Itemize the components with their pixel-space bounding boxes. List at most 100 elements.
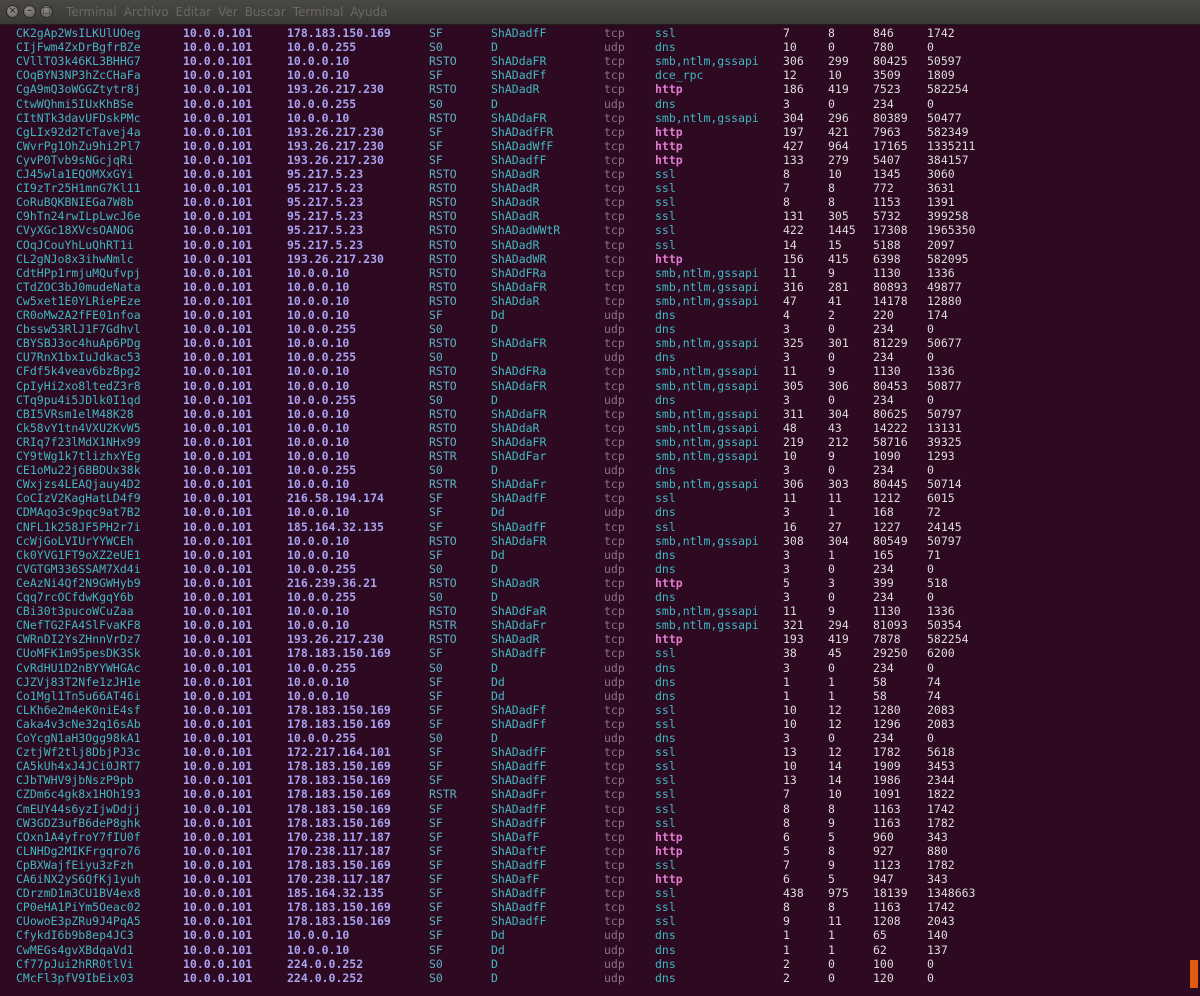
orig-pkts: 2 — [783, 970, 790, 985]
conn-state: RSTO — [429, 110, 457, 125]
resp-host: 10.0.0.10 — [287, 547, 350, 562]
history: ShADdaFR — [491, 110, 547, 125]
resp-bytes: 0 — [927, 392, 934, 407]
orig-host: 10.0.0.101 — [183, 759, 253, 774]
conn-uid: CWvrPg1OhZu9hi2Pl7 — [16, 138, 141, 153]
orig-pkts: 13 — [783, 773, 797, 788]
conn-state: RSTO — [429, 293, 457, 308]
title-bar[interactable]: × – □ Terminal Archivo Editar Ver Buscar Term… — [0, 0, 1200, 25]
resp-bytes: 1742 — [927, 26, 955, 40]
conn-uid: CpIyHi2xo8ltedZ3r8 — [16, 378, 141, 393]
conn-state: RSTR — [429, 618, 457, 633]
conn-state: SF — [429, 505, 443, 520]
orig-host: 10.0.0.101 — [183, 843, 253, 858]
orig-bytes: 399 — [873, 575, 894, 590]
log-row: CR0oMw2A2fFE01nfoa 10.0.0.101 10.0.0.10 SF D… — [0, 308, 1190, 322]
orig-pkts: 12 — [783, 68, 797, 83]
orig-pkts: 7 — [783, 857, 790, 872]
conn-uid: CItNTk3davUFDskPMc — [16, 110, 141, 125]
orig-pkts: 156 — [783, 251, 804, 266]
orig-host: 10.0.0.101 — [183, 886, 253, 901]
history: ShADadR — [491, 575, 540, 590]
resp-pkts: 9 — [828, 364, 835, 379]
conn-state: RSTO — [429, 82, 457, 97]
orig-bytes: 80893 — [873, 279, 908, 294]
orig-bytes: 1208 — [873, 914, 901, 929]
resp-pkts: 8 — [828, 195, 835, 210]
proto: tcp — [604, 406, 625, 421]
resp-host: 10.0.0.10 — [287, 293, 350, 308]
orig-host: 10.0.0.101 — [183, 82, 253, 97]
history: ShADdaR — [491, 293, 540, 308]
orig-pkts: 422 — [783, 223, 804, 238]
orig-host: 10.0.0.101 — [183, 970, 253, 985]
orig-bytes: 1090 — [873, 449, 901, 463]
history: ShADadfF — [491, 519, 547, 534]
service: ssl — [655, 857, 676, 872]
history: Dd — [491, 505, 505, 520]
resp-pkts: 9 — [828, 857, 835, 872]
menu-item[interactable]: Buscar — [245, 0, 286, 24]
resp-pkts: 45 — [828, 646, 842, 661]
service: ssl — [655, 745, 676, 760]
resp-bytes: 343 — [927, 829, 948, 844]
resp-pkts: 301 — [828, 336, 849, 351]
resp-pkts: 306 — [828, 378, 849, 393]
menu-item[interactable]: Ver — [218, 0, 238, 24]
maximize-icon[interactable]: □ — [40, 5, 53, 18]
conn-state: RSTO — [429, 223, 457, 238]
conn-uid: CIjFwm4ZxDrBgfrBZe — [16, 40, 141, 55]
orig-pkts: 311 — [783, 406, 804, 421]
orig-bytes: 1782 — [873, 745, 901, 760]
history: ShADadfF — [491, 815, 547, 830]
proto: tcp — [604, 223, 625, 238]
orig-host: 10.0.0.101 — [183, 942, 253, 957]
menu-item[interactable]: Editar — [176, 0, 212, 24]
resp-bytes: 1809 — [927, 68, 955, 83]
proto: tcp — [604, 138, 625, 153]
resp-host: 178.183.150.169 — [287, 900, 391, 915]
proto: tcp — [604, 773, 625, 788]
resp-bytes: 1293 — [927, 449, 955, 463]
menu-item[interactable]: Terminal — [293, 0, 344, 24]
conn-uid: CJZVj83T2Nfe1zJH1e — [16, 674, 141, 689]
resp-bytes: 50597 — [927, 54, 962, 69]
resp-pkts: 5 — [828, 872, 835, 886]
proto: tcp — [604, 716, 625, 731]
proto: tcp — [604, 54, 625, 69]
log-row: CU7RnX1bxIuJdkac53 10.0.0.101 10.0.0.255 S0… — [0, 350, 1190, 364]
orig-host: 10.0.0.101 — [183, 26, 253, 40]
service: dns — [655, 505, 676, 520]
resp-pkts: 27 — [828, 519, 842, 534]
service: http — [655, 251, 683, 266]
orig-pkts: 304 — [783, 110, 804, 125]
log-row: CP0eHA1PiYm5Oeac02 10.0.0.101 178.183.150.… — [0, 900, 1190, 914]
resp-host: 10.0.0.255 — [287, 322, 357, 337]
menu-item[interactable]: Terminal — [66, 0, 117, 24]
resp-host: 10.0.0.10 — [287, 110, 350, 125]
resp-host: 193.26.217.230 — [287, 82, 384, 97]
conn-state: RSTR — [429, 449, 457, 463]
orig-pkts: 1 — [783, 688, 790, 703]
resp-bytes: 0 — [927, 96, 934, 111]
menu-item[interactable]: Ayuda — [350, 0, 387, 24]
proto: tcp — [604, 124, 625, 139]
log-row: CBI5VRsm1elM48K28 10.0.0.101 10.0.0.10 RSTO… — [0, 407, 1190, 421]
resp-pkts: 1 — [828, 942, 835, 957]
terminal-output[interactable]: CK2gAp2WsILKUlUOeg 10.0.0.101 178.183.150.… — [0, 24, 1200, 996]
resize-grip[interactable] — [1190, 960, 1198, 988]
service: ssl — [655, 815, 676, 830]
proto: udp — [604, 322, 625, 337]
conn-state: SF — [429, 124, 443, 139]
service: ssl — [655, 181, 676, 196]
conn-state: RSTO — [429, 604, 457, 619]
history: ShADadWR — [491, 251, 547, 266]
close-icon[interactable]: × — [6, 5, 19, 18]
orig-bytes: 7963 — [873, 124, 901, 139]
minimize-icon[interactable]: – — [23, 5, 36, 18]
log-row: CoYcgN1aH3Ogg98kA1 10.0.0.101 10.0.0.255 S0… — [0, 731, 1190, 745]
menu-item[interactable]: Archivo — [124, 0, 169, 24]
resp-bytes: 24145 — [927, 519, 962, 534]
orig-host: 10.0.0.101 — [183, 505, 253, 520]
conn-uid: CFdf5k4veav6bzBpg2 — [16, 364, 141, 379]
